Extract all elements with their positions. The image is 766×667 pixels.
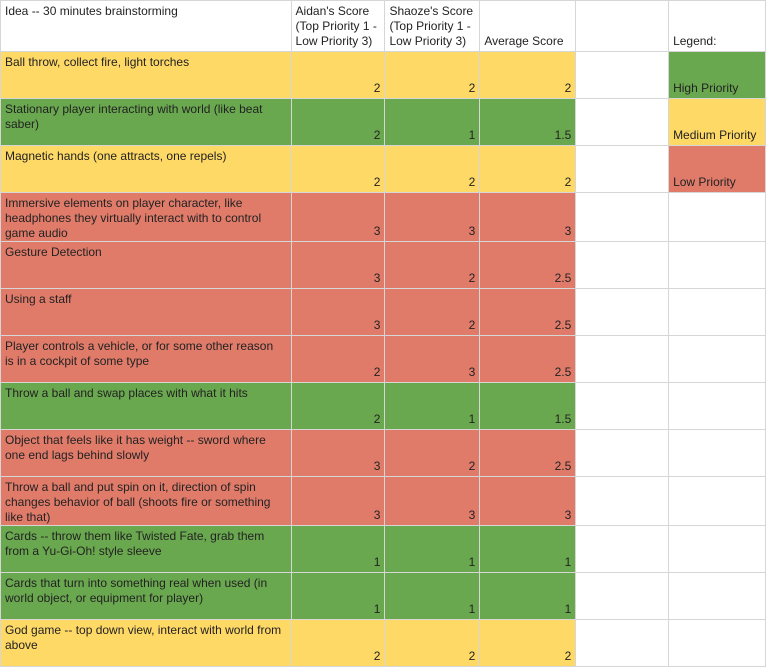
header-row: Idea -- 30 minutes brainstorming Aidan's… — [0, 0, 766, 52]
header-average-score-cell[interactable]: Average Score — [479, 0, 577, 52]
header-legend-cell[interactable]: Legend: — [668, 0, 766, 52]
average-score-cell[interactable]: 1.5 — [479, 382, 577, 430]
empty-cell[interactable] — [668, 241, 766, 289]
table-row: Immersive elements on player character, … — [0, 192, 766, 242]
average-score-cell[interactable]: 3 — [479, 192, 577, 242]
empty-cell[interactable] — [668, 619, 766, 667]
idea-cell[interactable]: God game -- top down view, interact with… — [0, 619, 292, 667]
aidan-score-cell[interactable]: 2 — [290, 98, 386, 146]
empty-cell[interactable] — [575, 429, 670, 477]
idea-cell[interactable]: Immersive elements on player character, … — [0, 192, 292, 242]
idea-cell[interactable]: Object that feels like it has weight -- … — [0, 429, 292, 477]
legend-low-priority[interactable]: Low Priority — [668, 145, 766, 193]
empty-cell[interactable] — [575, 145, 670, 193]
average-score-cell[interactable]: 2.5 — [479, 288, 577, 336]
aidan-score-cell[interactable]: 1 — [290, 572, 386, 620]
shaoze-score-cell[interactable]: 1 — [384, 382, 481, 430]
table-row: Cards that turn into something real when… — [0, 572, 766, 620]
shaoze-score-cell[interactable]: 2 — [384, 51, 481, 99]
aidan-score-cell[interactable]: 3 — [290, 476, 386, 526]
empty-cell[interactable] — [668, 192, 766, 242]
idea-cell[interactable]: Throw a ball and swap places with what i… — [0, 382, 292, 430]
shaoze-score-cell[interactable]: 3 — [384, 192, 481, 242]
average-score-cell[interactable]: 3 — [479, 476, 577, 526]
aidan-score-cell[interactable]: 3 — [290, 192, 386, 242]
empty-cell[interactable] — [575, 572, 670, 620]
empty-cell[interactable] — [575, 241, 670, 289]
empty-cell[interactable] — [668, 288, 766, 336]
table-row: God game -- top down view, interact with… — [0, 619, 766, 667]
empty-cell[interactable] — [575, 51, 670, 99]
aidan-score-cell[interactable]: 2 — [290, 335, 386, 383]
empty-cell[interactable] — [575, 382, 670, 430]
empty-cell[interactable] — [575, 476, 670, 526]
table-row: Using a staff 3 2 2.5 — [0, 288, 766, 336]
empty-cell[interactable] — [575, 192, 670, 242]
table-row: Magnetic hands (one attracts, one repels… — [0, 145, 766, 193]
idea-cell[interactable]: Magnetic hands (one attracts, one repels… — [0, 145, 292, 193]
aidan-score-cell[interactable]: 2 — [290, 619, 386, 667]
aidan-score-cell[interactable]: 2 — [290, 382, 386, 430]
table-row: Object that feels like it has weight -- … — [0, 429, 766, 477]
average-score-cell[interactable]: 2.5 — [479, 429, 577, 477]
header-idea-cell[interactable]: Idea -- 30 minutes brainstorming — [0, 0, 292, 52]
empty-cell[interactable] — [575, 288, 670, 336]
shaoze-score-cell[interactable]: 2 — [384, 619, 481, 667]
shaoze-score-cell[interactable]: 2 — [384, 145, 481, 193]
idea-cell[interactable]: Ball throw, collect fire, light torches — [0, 51, 292, 99]
shaoze-score-cell[interactable]: 1 — [384, 572, 481, 620]
empty-cell[interactable] — [575, 525, 670, 573]
average-score-cell[interactable]: 2.5 — [479, 335, 577, 383]
idea-cell[interactable]: Throw a ball and put spin on it, directi… — [0, 476, 292, 526]
table-row: Stationary player interacting with world… — [0, 98, 766, 146]
aidan-score-cell[interactable]: 3 — [290, 241, 386, 289]
idea-cell[interactable]: Gesture Detection — [0, 241, 292, 289]
average-score-cell[interactable]: 1.5 — [479, 98, 577, 146]
idea-cell[interactable]: Player controls a vehicle, or for some o… — [0, 335, 292, 383]
shaoze-score-cell[interactable]: 2 — [384, 429, 481, 477]
idea-cell[interactable]: Using a staff — [0, 288, 292, 336]
empty-cell[interactable] — [668, 476, 766, 526]
legend-high-priority[interactable]: High Priority — [668, 51, 766, 99]
aidan-score-cell[interactable]: 2 — [290, 145, 386, 193]
average-score-cell[interactable]: 1 — [479, 572, 577, 620]
shaoze-score-cell[interactable]: 1 — [384, 98, 481, 146]
empty-cell[interactable] — [668, 335, 766, 383]
idea-cell[interactable]: Cards -- throw them like Twisted Fate, g… — [0, 525, 292, 573]
shaoze-score-cell[interactable]: 1 — [384, 525, 481, 573]
shaoze-score-cell[interactable]: 2 — [384, 288, 481, 336]
aidan-score-cell[interactable]: 3 — [290, 429, 386, 477]
idea-cell[interactable]: Stationary player interacting with world… — [0, 98, 292, 146]
empty-cell[interactable] — [575, 0, 670, 52]
table-row: Cards -- throw them like Twisted Fate, g… — [0, 525, 766, 573]
empty-cell[interactable] — [575, 335, 670, 383]
brainstorm-spreadsheet: Idea -- 30 minutes brainstorming Aidan's… — [0, 0, 766, 667]
table-row: Throw a ball and swap places with what i… — [0, 382, 766, 430]
empty-cell[interactable] — [668, 429, 766, 477]
table-row: Throw a ball and put spin on it, directi… — [0, 476, 766, 526]
empty-cell[interactable] — [668, 382, 766, 430]
idea-cell[interactable]: Cards that turn into something real when… — [0, 572, 292, 620]
average-score-cell[interactable]: 2 — [479, 145, 577, 193]
header-shaoze-score-cell[interactable]: Shaoze's Score (Top Priority 1 - Low Pri… — [384, 0, 481, 52]
shaoze-score-cell[interactable]: 3 — [384, 335, 481, 383]
average-score-cell[interactable]: 1 — [479, 525, 577, 573]
shaoze-score-cell[interactable]: 3 — [384, 476, 481, 526]
empty-cell[interactable] — [575, 98, 670, 146]
legend-medium-priority[interactable]: Medium Priority — [668, 98, 766, 146]
aidan-score-cell[interactable]: 1 — [290, 525, 386, 573]
empty-cell[interactable] — [668, 572, 766, 620]
average-score-cell[interactable]: 2 — [479, 51, 577, 99]
aidan-score-cell[interactable]: 2 — [290, 51, 386, 99]
table-row: Ball throw, collect fire, light torches 2… — [0, 51, 766, 99]
aidan-score-cell[interactable]: 3 — [290, 288, 386, 336]
empty-cell[interactable] — [575, 619, 670, 667]
header-aidan-score-cell[interactable]: Aidan's Score (Top Priority 1 - Low Prio… — [290, 0, 386, 52]
shaoze-score-cell[interactable]: 2 — [384, 241, 481, 289]
average-score-cell[interactable]: 2.5 — [479, 241, 577, 289]
table-row: Player controls a vehicle, or for some o… — [0, 335, 766, 383]
table-row: Gesture Detection 3 2 2.5 — [0, 241, 766, 289]
average-score-cell[interactable]: 2 — [479, 619, 577, 667]
empty-cell[interactable] — [668, 525, 766, 573]
